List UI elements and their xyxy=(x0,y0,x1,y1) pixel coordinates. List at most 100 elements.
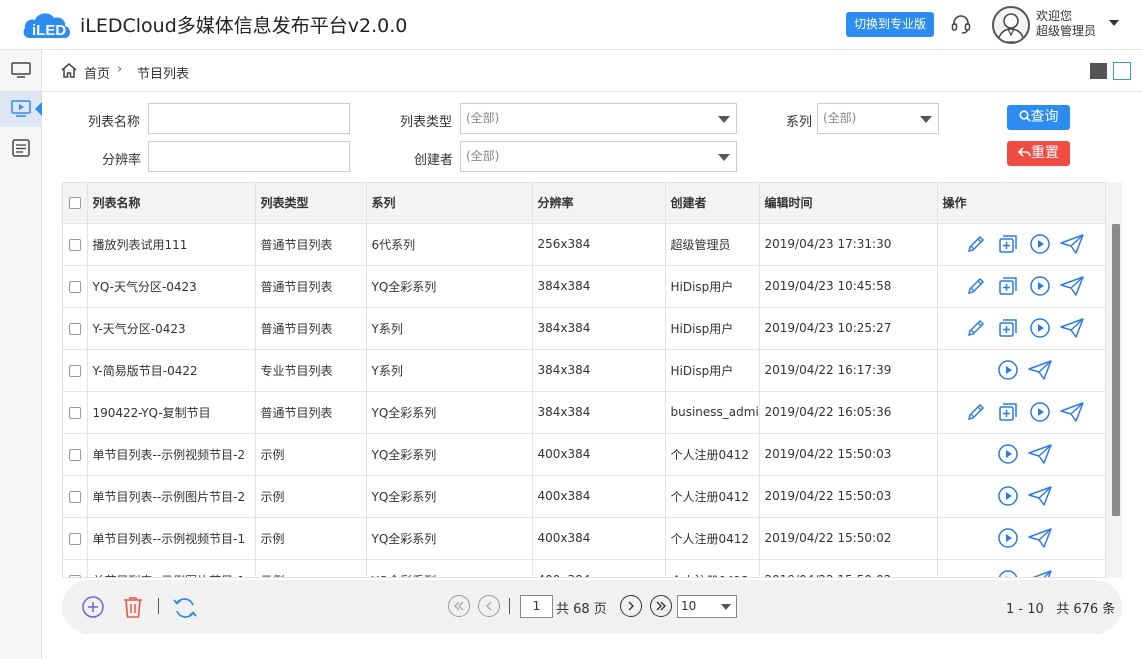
sidebar-item-monitor[interactable] xyxy=(0,52,41,88)
column-header[interactable]: 列表类型 xyxy=(255,183,367,224)
table-row[interactable]: YQ-天气分区-0423 普通节目列表 YQ全彩系列 384x384 HiDisp用户 2… xyxy=(63,265,1107,308)
delete-icon[interactable] xyxy=(121,595,145,619)
copy-button[interactable] xyxy=(995,273,1021,299)
layout-light-toggle[interactable] xyxy=(1113,62,1131,80)
sidebar-item-program-list[interactable] xyxy=(0,91,42,127)
row-checkbox[interactable] xyxy=(68,532,81,545)
undo-icon xyxy=(1017,147,1031,157)
copy-button[interactable] xyxy=(995,399,1021,425)
prev-page-button[interactable] xyxy=(478,595,500,617)
table-row[interactable]: Y-天气分区-0423 普通节目列表 Y系列 384x384 HiDisp用户 2019/… xyxy=(63,307,1107,350)
publish-button[interactable] xyxy=(1027,525,1053,551)
table-row[interactable]: 单节目列表--示例图片节目-1示例YQ全彩系列400x384个人注册041220… xyxy=(63,559,1107,577)
pagination-divider xyxy=(509,598,510,614)
publish-button[interactable] xyxy=(1027,441,1053,467)
headset-icon[interactable] xyxy=(950,13,972,35)
cell-edit-time: 2019/04/22 15:50:03 xyxy=(759,433,938,476)
preview-button[interactable] xyxy=(995,525,1021,551)
publish-button[interactable] xyxy=(1059,315,1085,341)
preview-button[interactable] xyxy=(1027,399,1053,425)
preview-button[interactable] xyxy=(1027,231,1053,257)
table-row[interactable]: 单节目列表--示例视频节目-2 示例 YQ全彩系列 400x384 个人注册0412 20… xyxy=(63,433,1107,476)
preview-button[interactable] xyxy=(995,357,1021,383)
resolution-input[interactable] xyxy=(148,141,350,172)
row-checkbox[interactable] xyxy=(68,280,81,293)
table-row[interactable]: 单节目列表--示例视频节目-1 示例 YQ全彩系列 400x384 个人注册0412 20… xyxy=(63,517,1107,560)
cell-creator: 超级管理员 xyxy=(665,223,760,266)
row-checkbox[interactable] xyxy=(68,490,81,503)
cell-resolution: 400x384 xyxy=(532,517,666,560)
table-row[interactable]: 单节目列表--示例图片节目-2 示例 YQ全彩系列 400x384 个人注册0412 20… xyxy=(63,475,1107,518)
cell-operations xyxy=(937,517,1107,560)
next-page-button[interactable] xyxy=(620,595,642,617)
edit-button[interactable] xyxy=(963,273,989,299)
reset-button[interactable]: 重置 xyxy=(1007,141,1070,166)
row-checkbox[interactable] xyxy=(68,322,81,335)
first-page-button[interactable] xyxy=(448,595,470,617)
column-header[interactable]: 系列 xyxy=(366,183,533,224)
row-checkbox[interactable] xyxy=(68,406,81,419)
publish-button[interactable] xyxy=(1059,273,1085,299)
cell-list-name: Y-天气分区-0423 xyxy=(87,307,256,350)
publish-button[interactable] xyxy=(1027,483,1053,509)
row-checkbox[interactable] xyxy=(68,448,81,461)
table-row[interactable]: 播放列表试用111 普通节目列表 6代系列 256x384 超级管理员 2019/04/2… xyxy=(63,223,1107,266)
preview-button[interactable] xyxy=(995,441,1021,467)
column-header[interactable]: 编辑时间 xyxy=(759,183,938,224)
last-page-button[interactable] xyxy=(650,595,672,617)
column-header[interactable]: 创建者 xyxy=(665,183,760,224)
home-icon[interactable] xyxy=(60,62,78,79)
user-avatar[interactable] xyxy=(992,6,1030,44)
send-icon xyxy=(1028,360,1052,380)
column-header[interactable]: 分辨率 xyxy=(532,183,666,224)
column-header[interactable]: 列表名称 xyxy=(87,183,256,224)
row-checkbox[interactable] xyxy=(68,364,81,377)
preview-button[interactable] xyxy=(1027,273,1053,299)
copy-button[interactable] xyxy=(995,315,1021,341)
page-number-input[interactable]: 1 xyxy=(520,595,553,618)
row-select-cell xyxy=(63,265,88,308)
preview-button[interactable] xyxy=(995,483,1021,509)
cell-list-name: 单节目列表--示例视频节目-1 xyxy=(87,517,256,560)
list-type-select[interactable]: (全部) xyxy=(460,103,737,134)
page-size-select[interactable]: 10 xyxy=(677,595,737,618)
list-name-input[interactable] xyxy=(148,103,350,134)
copy-button[interactable] xyxy=(995,231,1021,257)
row-checkbox[interactable] xyxy=(68,238,81,251)
switch-to-pro-button[interactable]: 切换到专业版 xyxy=(846,12,934,37)
select-all-checkbox[interactable] xyxy=(68,197,81,210)
table-row[interactable]: Y-简易版节目-0422 专业节目列表 Y系列 384x384 HiDisp用户 2019… xyxy=(63,349,1107,392)
creator-select[interactable]: (全部) xyxy=(460,141,737,172)
cell-list-type: 普通节目列表 xyxy=(255,265,367,308)
cell-resolution: 400x384 xyxy=(532,559,666,577)
series-select[interactable]: (全部) xyxy=(817,103,939,134)
table-row[interactable]: 190422-YQ-复制节目 普通节目列表 YQ全彩系列 384x384 busines… xyxy=(63,391,1107,434)
row-select-cell xyxy=(63,433,88,476)
row-checkbox[interactable] xyxy=(68,574,81,577)
chevron-down-icon xyxy=(920,116,932,123)
cell-creator: 个人注册0412 xyxy=(665,433,760,476)
add-icon[interactable] xyxy=(81,595,105,619)
cell-list-type: 普通节目列表 xyxy=(255,391,367,434)
table-scrollbar-thumb[interactable] xyxy=(1112,224,1120,516)
preview-button[interactable] xyxy=(1027,315,1053,341)
cell-series: Y系列 xyxy=(366,307,533,350)
breadcrumb-home-link[interactable]: 首页 xyxy=(84,63,110,82)
edit-button[interactable] xyxy=(963,231,989,257)
publish-button[interactable] xyxy=(1027,567,1053,577)
sidebar-item-list[interactable] xyxy=(0,130,41,166)
top-header: iLED iLEDCloud多媒体信息发布平台v2.0.0 切换到专业版 欢迎您… xyxy=(0,0,1142,50)
edit-button[interactable] xyxy=(963,399,989,425)
edit-button[interactable] xyxy=(963,315,989,341)
list-type-value: (全部) xyxy=(466,111,500,125)
layout-dark-toggle[interactable] xyxy=(1090,63,1107,79)
refresh-icon[interactable] xyxy=(172,595,198,621)
publish-button[interactable] xyxy=(1059,399,1085,425)
publish-button[interactable] xyxy=(1059,231,1085,257)
play-icon xyxy=(1030,402,1050,422)
preview-button[interactable] xyxy=(995,567,1021,577)
user-menu-caret-icon[interactable] xyxy=(1109,20,1119,26)
query-button[interactable]: 查询 xyxy=(1007,105,1070,130)
cell-list-name: Y-简易版节目-0422 xyxy=(87,349,256,392)
publish-button[interactable] xyxy=(1027,357,1053,383)
